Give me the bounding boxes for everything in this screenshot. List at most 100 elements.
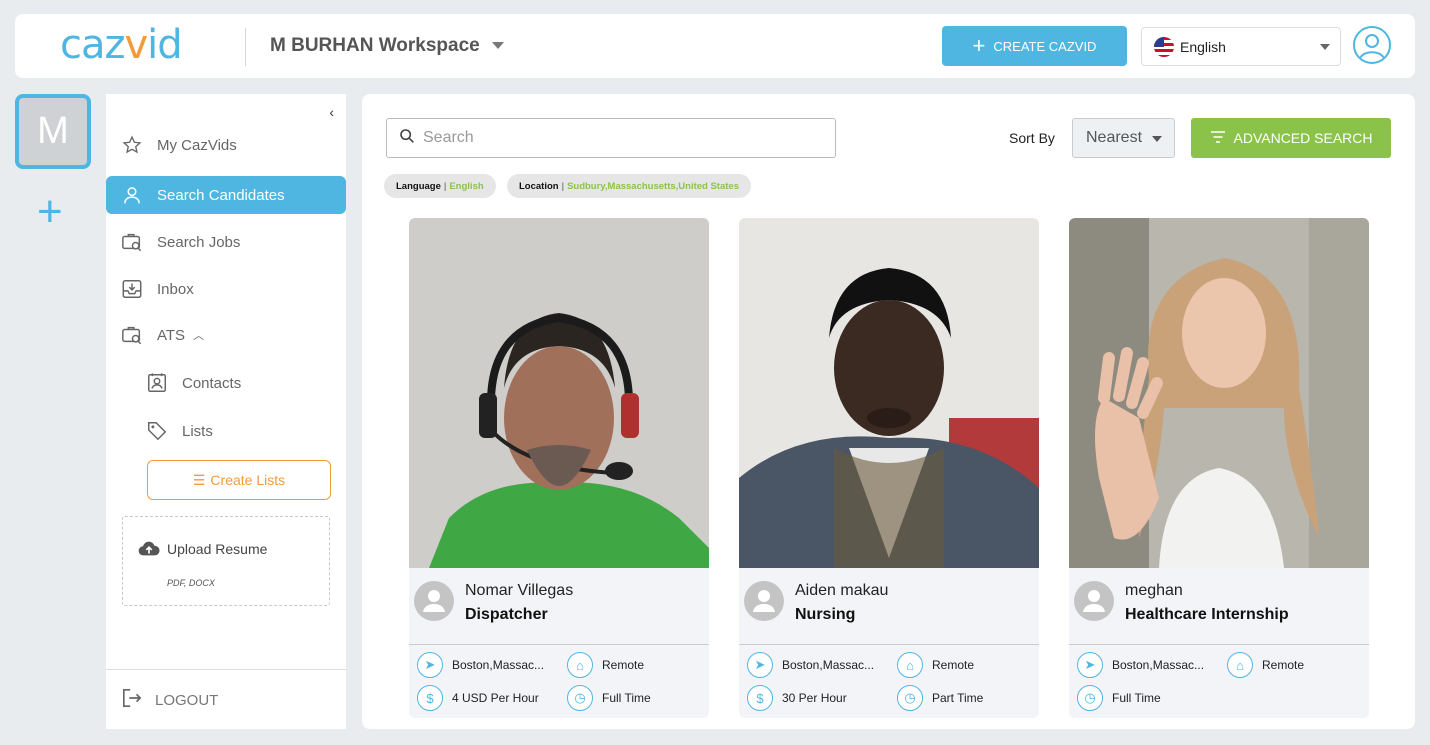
sort-value: Nearest bbox=[1086, 129, 1143, 146]
sidebar-item-label: Inbox bbox=[157, 280, 194, 298]
sidebar-item-inbox[interactable]: Inbox bbox=[106, 270, 346, 308]
meta-location-text: Boston,Massac... bbox=[452, 658, 545, 672]
chevron-down-icon[interactable] bbox=[492, 42, 504, 49]
dollar-icon: $ bbox=[417, 685, 443, 711]
location-arrow-icon: ➤ bbox=[747, 652, 773, 678]
card-divider bbox=[739, 644, 1039, 645]
create-lists-label: Create Lists bbox=[210, 472, 286, 488]
candidate-video-thumbnail[interactable] bbox=[409, 218, 709, 568]
filter-value: English bbox=[449, 180, 484, 192]
search-input[interactable] bbox=[423, 129, 823, 147]
workspace-tile[interactable]: M bbox=[15, 94, 91, 169]
candidate-card[interactable]: meghan Healthcare Internship ➤ Boston,Mas… bbox=[1069, 218, 1369, 718]
card-divider bbox=[409, 644, 709, 645]
meta-location: ➤ Boston,Massac... bbox=[417, 652, 544, 678]
filter-icon bbox=[1210, 130, 1226, 147]
logout-label: LOGOUT bbox=[155, 691, 219, 709]
chevron-down-icon bbox=[1152, 136, 1162, 142]
filter-separator: | bbox=[443, 180, 447, 192]
advanced-search-button[interactable]: ADVANCED SEARCH bbox=[1191, 118, 1391, 158]
language-select[interactable]: English bbox=[1141, 27, 1341, 66]
meta-workplace: ⌂ Remote bbox=[567, 652, 644, 678]
meta-type: ◷ Full Time bbox=[567, 685, 651, 711]
search-box[interactable] bbox=[386, 118, 836, 158]
workspace-name[interactable]: M BURHAN Workspace bbox=[270, 35, 480, 57]
sidebar-item-lists[interactable]: Lists bbox=[106, 412, 346, 450]
candidate-name: meghan bbox=[1125, 582, 1183, 599]
logout-icon bbox=[121, 688, 143, 712]
create-cazvid-label: CREATE CAZVID bbox=[993, 38, 1097, 54]
dollar-icon: $ bbox=[747, 685, 773, 711]
filter-key: Language bbox=[396, 180, 441, 192]
sidebar-item-label: Search Candidates bbox=[157, 186, 285, 204]
sidebar-item-search-candidates[interactable]: Search Candidates bbox=[106, 176, 346, 214]
clock-icon: ◷ bbox=[567, 685, 593, 711]
sidebar-item-label: Contacts bbox=[182, 374, 242, 392]
sidebar-item-search-jobs[interactable]: Search Jobs bbox=[106, 223, 346, 261]
sidebar-item-label: Lists bbox=[182, 422, 213, 440]
card-divider bbox=[1069, 644, 1369, 645]
filter-key: Location bbox=[519, 180, 559, 192]
add-workspace-icon[interactable]: + bbox=[37, 190, 63, 234]
language-value: English bbox=[1180, 38, 1226, 55]
main-content: Sort By Nearest ADVANCED SEARCH Language… bbox=[362, 94, 1415, 729]
meta-workplace-text: Remote bbox=[1262, 658, 1305, 672]
cazvid-logo[interactable]: cazvid bbox=[60, 22, 183, 68]
meta-location: ➤ Boston,Massac... bbox=[747, 652, 874, 678]
meta-type: ◷ Part Time bbox=[897, 685, 983, 711]
meta-type-text: Full Time bbox=[1112, 691, 1161, 705]
home-icon: ⌂ bbox=[897, 652, 923, 678]
star-icon bbox=[121, 134, 143, 156]
sidebar-item-contacts[interactable]: Contacts bbox=[106, 364, 346, 402]
list-icon: ☰ bbox=[192, 471, 206, 488]
header-divider bbox=[245, 28, 246, 66]
candidate-avatar bbox=[414, 581, 454, 621]
collapse-sidebar-icon[interactable]: ‹ bbox=[329, 104, 334, 120]
create-lists-button[interactable]: ☰ Create Lists bbox=[147, 460, 331, 500]
create-cazvid-button[interactable]: + CREATE CAZVID bbox=[942, 26, 1127, 66]
chevron-up-icon: ︿ bbox=[193, 330, 205, 342]
logout-button[interactable]: LOGOUT bbox=[121, 688, 218, 712]
cloud-upload-icon bbox=[138, 540, 160, 563]
filter-value: Sudbury,Massachusetts,United States bbox=[567, 180, 739, 192]
workspace-initial: M bbox=[37, 110, 69, 152]
candidate-card[interactable]: Aiden makau Nursing ➤ Boston,Massac... ⌂ R… bbox=[739, 218, 1039, 718]
user-avatar-icon[interactable] bbox=[1353, 26, 1391, 64]
candidate-name: Aiden makau bbox=[795, 582, 889, 599]
clock-icon: ◷ bbox=[1077, 685, 1103, 711]
clock-icon: ◷ bbox=[897, 685, 923, 711]
briefcase-search-icon bbox=[121, 231, 143, 253]
location-arrow-icon: ➤ bbox=[417, 652, 443, 678]
sidebar: ‹ My CazVids Search Candidates Search Jo… bbox=[106, 94, 346, 729]
us-flag-icon bbox=[1154, 36, 1174, 57]
sidebar-item-my-cazvids[interactable]: My CazVids bbox=[106, 126, 346, 164]
logo-text-3: id bbox=[147, 22, 183, 68]
briefcase-search-icon bbox=[121, 324, 143, 346]
upload-resume-dropzone[interactable]: Upload Resume PDF, DOCX bbox=[122, 516, 330, 606]
sort-by-label: Sort By bbox=[1009, 130, 1055, 146]
filter-chip-location[interactable]: Location | Sudbury,Massachusetts,United St… bbox=[507, 174, 751, 198]
upload-formats: PDF, DOCX bbox=[167, 578, 215, 588]
sidebar-divider bbox=[106, 669, 346, 670]
sidebar-item-ats[interactable]: ATS ︿ bbox=[106, 316, 346, 354]
candidate-video-thumbnail[interactable] bbox=[739, 218, 1039, 568]
meta-location: ➤ Boston,Massac... bbox=[1077, 652, 1204, 678]
meta-pay-text: 30 Per Hour bbox=[782, 691, 847, 705]
meta-pay-text: 4 USD Per Hour bbox=[452, 691, 539, 705]
tag-icon bbox=[146, 420, 168, 442]
home-icon: ⌂ bbox=[1227, 652, 1253, 678]
person-icon bbox=[121, 184, 143, 206]
meta-location-text: Boston,Massac... bbox=[1112, 658, 1205, 672]
filter-chip-language[interactable]: Language | English bbox=[384, 174, 496, 198]
meta-type-text: Full Time bbox=[602, 691, 651, 705]
candidate-role: Healthcare Internship bbox=[1125, 606, 1289, 623]
meta-location-text: Boston,Massac... bbox=[782, 658, 875, 672]
location-arrow-icon: ➤ bbox=[1077, 652, 1103, 678]
meta-workplace: ⌂ Remote bbox=[1227, 652, 1304, 678]
candidate-card[interactable]: Nomar Villegas Dispatcher ➤ Boston,Massac… bbox=[409, 218, 709, 718]
upload-resume-label: Upload Resume bbox=[167, 541, 268, 557]
inbox-icon bbox=[121, 278, 143, 300]
candidate-video-thumbnail[interactable] bbox=[1069, 218, 1369, 568]
candidate-avatar bbox=[1074, 581, 1114, 621]
sort-select[interactable]: Nearest bbox=[1072, 118, 1175, 158]
